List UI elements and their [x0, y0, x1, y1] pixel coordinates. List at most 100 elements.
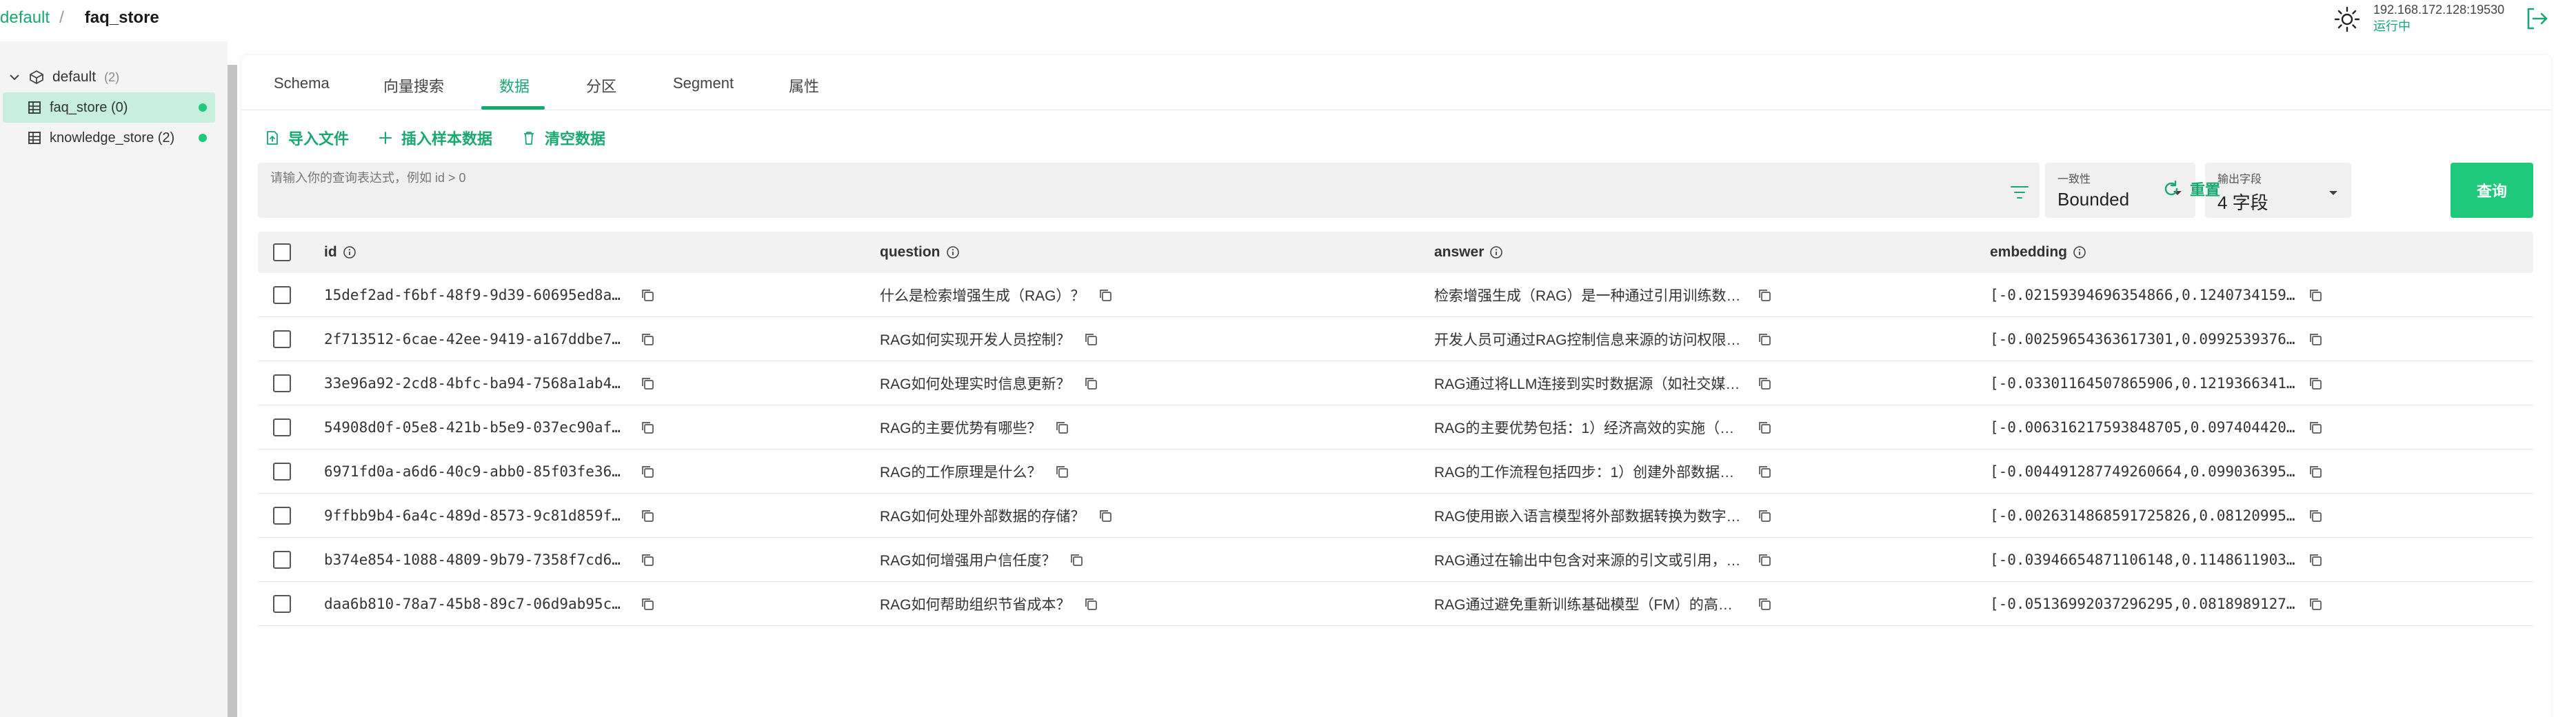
row-checkbox[interactable] — [273, 507, 291, 525]
copy-icon[interactable] — [1757, 596, 1772, 612]
copy-icon[interactable] — [1054, 464, 1069, 479]
info-icon[interactable] — [946, 245, 960, 259]
output-fields-select[interactable]: 输出字段 4 字段 — [2205, 163, 2351, 218]
copy-icon[interactable] — [640, 376, 655, 391]
filter-icon[interactable] — [2009, 183, 2030, 201]
copy-icon[interactable] — [1757, 420, 1772, 435]
copy-icon[interactable] — [640, 596, 655, 612]
table-row[interactable]: daa6b810-78a7-45b8-89c7-06d9ab95c5… RAG如何… — [258, 582, 2533, 626]
caret-down-icon — [2329, 191, 2337, 195]
cell-question: 什么是检索增强生成（RAG）？ — [880, 273, 1113, 317]
row-checkbox[interactable] — [273, 418, 291, 436]
column-header-id[interactable]: id — [324, 232, 356, 273]
row-checkbox[interactable] — [273, 463, 291, 481]
output-fields-value: 4 字段 — [2217, 192, 2268, 213]
copy-icon[interactable] — [640, 552, 655, 567]
column-header-question[interactable]: question — [880, 232, 960, 273]
tab-vector-search[interactable]: 向量搜索 — [383, 74, 444, 109]
logout-icon[interactable] — [2524, 6, 2550, 32]
status-dot — [199, 103, 207, 112]
table-row[interactable]: 2f713512-6cae-42ee-9419-a167ddbe7f… RAG如何… — [258, 317, 2533, 361]
column-header-embedding[interactable]: embedding — [1990, 232, 2086, 273]
cell-question: RAG如何处理实时信息更新？ — [880, 361, 1098, 405]
copy-icon[interactable] — [1083, 596, 1098, 612]
tree-database-default[interactable]: default (2) — [0, 62, 228, 92]
database-icon — [30, 70, 43, 84]
info-icon[interactable] — [2073, 245, 2086, 259]
cell-id: 9ffbb9b4-6a4c-489d-8573-9c81d859f4… — [324, 494, 655, 538]
cell-id: 2f713512-6cae-42ee-9419-a167ddbe7f… — [324, 317, 655, 361]
copy-icon[interactable] — [1098, 287, 1113, 303]
copy-icon[interactable] — [2308, 376, 2323, 391]
copy-icon[interactable] — [2308, 508, 2323, 523]
select-all-checkbox[interactable] — [273, 243, 291, 261]
copy-icon[interactable] — [2308, 596, 2323, 612]
sun-icon[interactable] — [2333, 6, 2361, 33]
copy-icon[interactable] — [1757, 552, 1772, 567]
copy-icon[interactable] — [1083, 376, 1098, 391]
sidebar-scrollbar[interactable] — [228, 65, 237, 717]
insert-sample-button[interactable]: 插入样本数据 — [378, 127, 492, 149]
copy-icon[interactable] — [1757, 376, 1772, 391]
sidebar-item-label: faq_store (0) — [50, 99, 128, 115]
output-fields-label: 输出字段 — [2217, 174, 2262, 185]
row-checkbox[interactable] — [273, 330, 291, 348]
copy-icon[interactable] — [1757, 287, 1772, 303]
cell-embedding-text: [-0.006316217593848705,0.097404420… — [1990, 419, 2295, 436]
table-row[interactable]: 15def2ad-f6bf-48f9-9d39-60695ed8ad… 什么是检索… — [258, 273, 2533, 317]
copy-icon[interactable] — [2308, 552, 2323, 567]
tab-data[interactable]: 数据 — [499, 74, 530, 109]
copy-icon[interactable] — [1083, 332, 1098, 347]
cell-answer: RAG使用嵌入语言模型将外部数据转换为数字向… — [1434, 494, 1772, 538]
table-header: id question answer embedding — [258, 232, 2533, 273]
import-file-button[interactable]: 导入文件 — [265, 127, 349, 149]
row-checkbox[interactable] — [273, 595, 291, 613]
copy-icon[interactable] — [2308, 464, 2323, 479]
query-button[interactable]: 查询 — [2451, 163, 2533, 218]
cell-answer-text: RAG的工作流程包括四步：1）创建外部数据（… — [1434, 465, 1744, 481]
info-icon[interactable] — [343, 245, 356, 259]
info-icon[interactable] — [1489, 245, 1503, 259]
sidebar-scrollbar-thumb[interactable] — [228, 65, 237, 717]
copy-icon[interactable] — [2308, 420, 2323, 435]
tab-schema[interactable]: Schema — [274, 74, 330, 109]
consistency-value: Bounded — [2057, 189, 2130, 210]
cell-id-text: 6971fd0a-a6d6-40c9-abb0-85f03fe366… — [324, 463, 627, 480]
table-row[interactable]: 33e96a92-2cd8-4bfc-ba94-7568a1ab47… RAG如何… — [258, 361, 2533, 405]
copy-icon[interactable] — [640, 508, 655, 523]
table-row[interactable]: 9ffbb9b4-6a4c-489d-8573-9c81d859f4… RAG如何… — [258, 494, 2533, 538]
copy-icon[interactable] — [1757, 508, 1772, 523]
copy-icon[interactable] — [1054, 420, 1069, 435]
reset-button[interactable]: 重置 — [2162, 174, 2220, 204]
clear-data-label: 清空数据 — [545, 130, 606, 148]
copy-icon[interactable] — [1757, 464, 1772, 479]
tab-bar: Schema 向量搜索 数据 分区 Segment 属性 — [241, 55, 2551, 110]
copy-icon[interactable] — [2308, 332, 2323, 347]
copy-icon[interactable] — [640, 287, 655, 303]
copy-icon[interactable] — [1757, 332, 1772, 347]
copy-icon[interactable] — [1069, 552, 1084, 567]
sidebar-item-faq-store[interactable]: faq_store (0) — [3, 92, 215, 123]
sidebar-item-knowledge-store[interactable]: knowledge_store (2) — [3, 123, 215, 153]
table-row[interactable]: 6971fd0a-a6d6-40c9-abb0-85f03fe366… RAG的工… — [258, 450, 2533, 494]
copy-icon[interactable] — [2308, 287, 2323, 303]
breadcrumb-database[interactable]: default — [0, 8, 50, 28]
row-checkbox[interactable] — [273, 374, 291, 392]
column-header-answer[interactable]: answer — [1434, 232, 1503, 273]
table-row[interactable]: b374e854-1088-4809-9b79-7358f7cd69… RAG如何… — [258, 538, 2533, 582]
row-checkbox[interactable] — [273, 286, 291, 304]
cell-answer: RAG的工作流程包括四步：1）创建外部数据（… — [1434, 450, 1772, 494]
copy-icon[interactable] — [1098, 508, 1113, 523]
query-expression-box[interactable] — [258, 163, 2040, 218]
tab-partitions[interactable]: 分区 — [586, 74, 616, 109]
row-checkbox[interactable] — [273, 551, 291, 569]
table-row[interactable]: 54908d0f-05e8-421b-b5e9-037ec90af3… RAG的主… — [258, 405, 2533, 450]
tab-properties[interactable]: 属性 — [789, 74, 819, 109]
tab-segment[interactable]: Segment — [673, 74, 734, 109]
clear-data-button[interactable]: 清空数据 — [521, 127, 605, 149]
copy-icon[interactable] — [640, 420, 655, 435]
copy-icon[interactable] — [640, 464, 655, 479]
chevron-down-icon[interactable] — [8, 71, 21, 83]
query-expression-input[interactable] — [270, 163, 1994, 193]
copy-icon[interactable] — [640, 332, 655, 347]
